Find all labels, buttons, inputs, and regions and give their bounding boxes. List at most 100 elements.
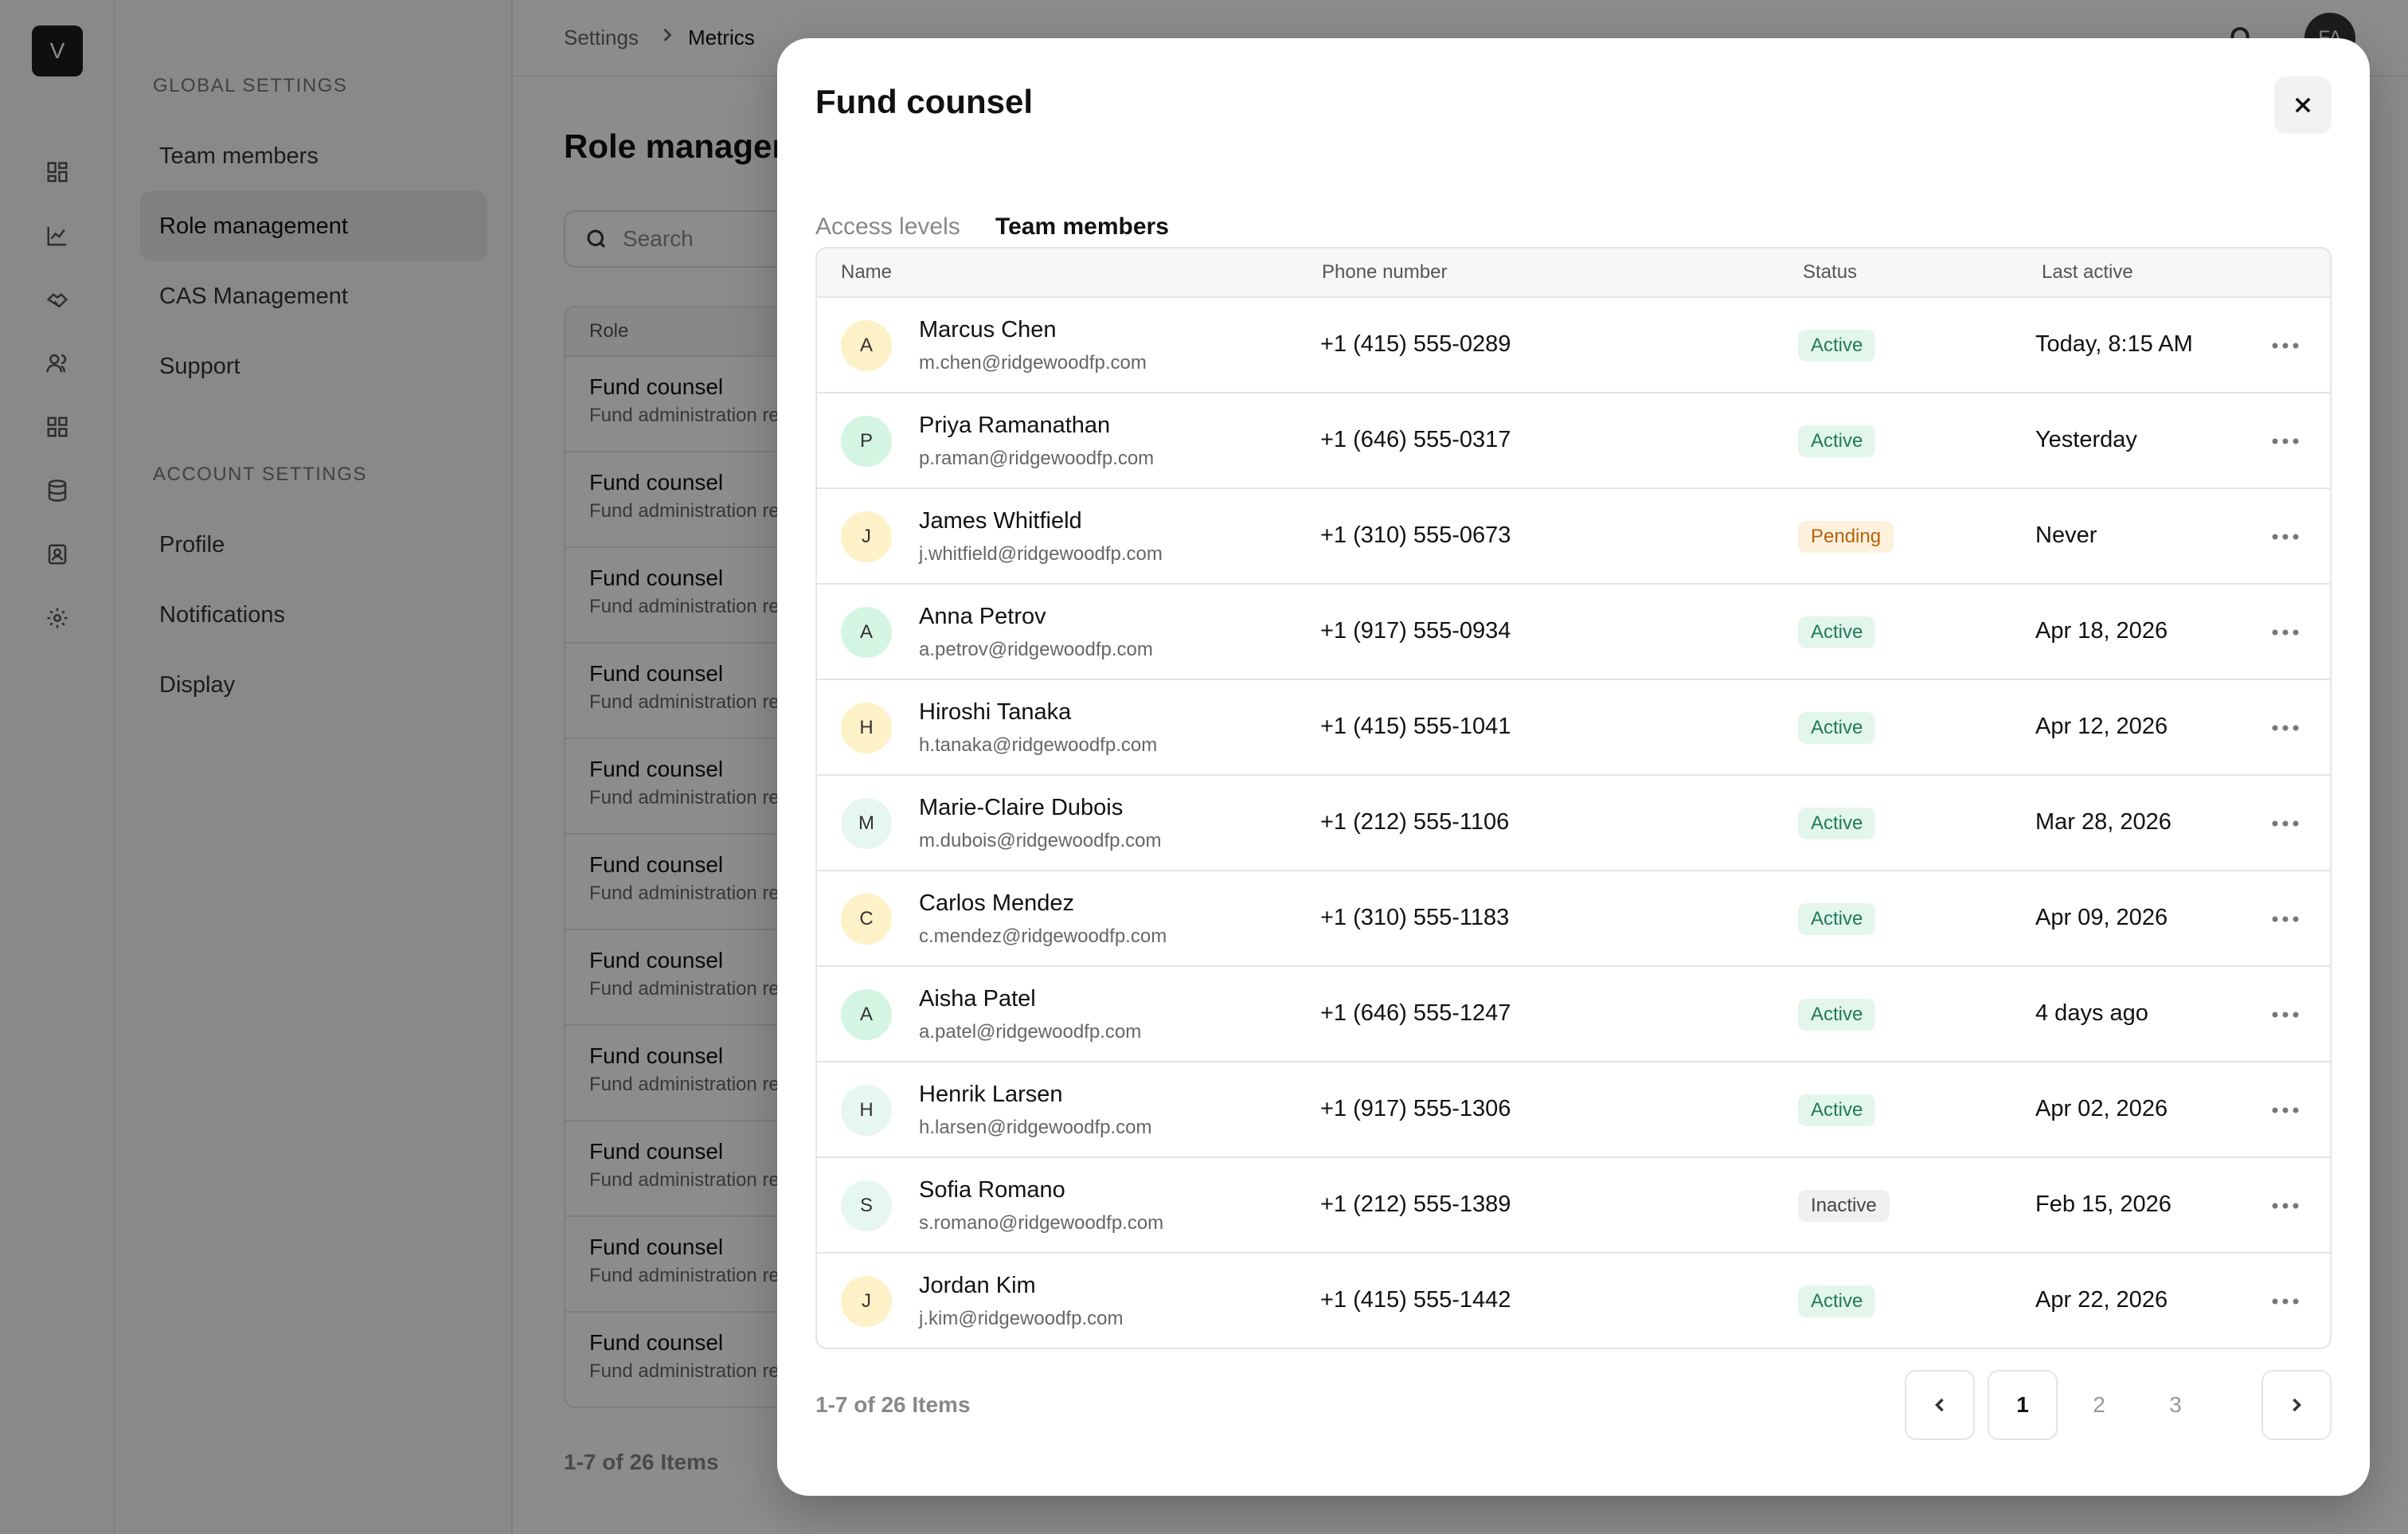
member-phone: +1 (212) 555-1106 xyxy=(1320,809,1510,835)
more-options-icon[interactable] xyxy=(2266,1000,2304,1029)
more-options-icon[interactable] xyxy=(2266,522,2304,551)
member-phone: +1 (646) 555-1247 xyxy=(1320,1000,1511,1026)
avatar: H xyxy=(841,702,892,753)
column-header-name: Name xyxy=(841,261,893,283)
column-header-phone: Phone number xyxy=(1322,261,1448,283)
page-button-2[interactable]: 2 xyxy=(2064,1370,2134,1440)
table-row[interactable]: J James Whitfield j.whitfield@ridgewoodfp.… xyxy=(817,489,2330,585)
member-phone: +1 (415) 555-1442 xyxy=(1320,1287,1511,1313)
member-email: s.romano@ridgewoodfp.com xyxy=(919,1212,1164,1234)
member-name: Carlos Mendez xyxy=(919,890,1075,916)
more-options-icon[interactable] xyxy=(2266,427,2304,456)
more-options-icon[interactable] xyxy=(2266,331,2304,360)
member-phone: +1 (917) 555-0934 xyxy=(1320,618,1511,644)
member-email: m.dubois@ridgewoodfp.com xyxy=(919,830,1162,851)
table-row[interactable]: S Sofia Romano s.romano@ridgewoodfp.com +1 … xyxy=(817,1158,2330,1254)
close-icon xyxy=(2295,97,2311,113)
modal-title: Fund counsel xyxy=(815,83,1033,120)
table-row[interactable]: J Jordan Kim j.kim@ridgewoodfp.com +1 (415)… xyxy=(817,1254,2330,1348)
last-active: Feb 15, 2026 xyxy=(2035,1192,2172,1217)
member-name: Marie-Claire Dubois xyxy=(919,795,1124,820)
last-active: Apr 02, 2026 xyxy=(2035,1096,2168,1121)
more-options-icon[interactable] xyxy=(2266,618,2304,647)
last-active: Apr 12, 2026 xyxy=(2035,714,2168,739)
column-header-status: Status xyxy=(1803,261,1858,283)
status-badge: Active xyxy=(1798,1286,1876,1317)
page-button-3[interactable]: 3 xyxy=(2140,1370,2211,1440)
more-options-icon[interactable] xyxy=(2266,1096,2304,1125)
member-email: m.chen@ridgewoodfp.com xyxy=(919,352,1147,374)
table-row[interactable]: A Aisha Patel a.patel@ridgewoodfp.com +1 (6… xyxy=(817,967,2330,1062)
table-row[interactable]: M Marie-Claire Dubois m.dubois@ridgewoodfp… xyxy=(817,776,2330,871)
member-email: a.petrov@ridgewoodfp.com xyxy=(919,639,1153,660)
avatar: M xyxy=(841,798,892,849)
member-email: h.larsen@ridgewoodfp.com xyxy=(919,1117,1152,1138)
table-row[interactable]: A Anna Petrov a.petrov@ridgewoodfp.com +1 (… xyxy=(817,585,2330,680)
member-name: Hiroshi Tanaka xyxy=(919,699,1072,725)
avatar: C xyxy=(841,894,892,945)
table-header: Name Phone number Status Last active xyxy=(817,248,2330,298)
last-active: Today, 8:15 AM xyxy=(2035,331,2193,357)
column-header-last-active: Last active xyxy=(2042,261,2133,283)
more-options-icon[interactable] xyxy=(2266,714,2304,742)
last-active: 4 days ago xyxy=(2035,1000,2148,1026)
member-email: j.whitfield@ridgewoodfp.com xyxy=(919,543,1163,565)
member-name: Jordan Kim xyxy=(919,1273,1036,1298)
last-active: Apr 09, 2026 xyxy=(2035,905,2168,930)
table-row[interactable]: H Hiroshi Tanaka h.tanaka@ridgewoodfp.com +… xyxy=(817,680,2330,776)
chevron-left-icon xyxy=(1935,1398,1944,1412)
member-phone: +1 (415) 555-1041 xyxy=(1320,714,1511,739)
avatar: A xyxy=(841,607,892,658)
avatar: J xyxy=(841,1276,892,1327)
more-options-icon[interactable] xyxy=(2266,809,2304,838)
member-email: a.patel@ridgewoodfp.com xyxy=(919,1021,1142,1043)
page-button-1[interactable]: 1 xyxy=(1988,1370,2058,1440)
last-active: Apr 18, 2026 xyxy=(2035,618,2168,644)
team-members-table: Name Phone number Status Last active A Ma… xyxy=(815,247,2332,1349)
table-row[interactable]: P Priya Ramanathan p.raman@ridgewoodfp.com… xyxy=(817,393,2330,489)
avatar: A xyxy=(841,989,892,1040)
member-name: Marcus Chen xyxy=(919,317,1057,342)
more-options-icon[interactable] xyxy=(2266,1287,2304,1316)
avatar: A xyxy=(841,320,892,371)
member-phone: +1 (646) 555-0317 xyxy=(1320,427,1511,452)
avatar: S xyxy=(841,1180,892,1231)
member-phone: +1 (310) 555-1183 xyxy=(1320,905,1510,930)
items-count: 1-7 of 26 Items xyxy=(815,1392,971,1417)
status-badge: Active xyxy=(1798,1094,1876,1126)
member-name: Henrik Larsen xyxy=(919,1082,1063,1107)
member-name: Priya Ramanathan xyxy=(919,413,1111,438)
table-row[interactable]: C Carlos Mendez c.mendez@ridgewoodfp.com +1… xyxy=(817,871,2330,967)
last-active: Mar 28, 2026 xyxy=(2035,809,2172,835)
status-badge: Active xyxy=(1798,808,1876,839)
status-badge: Active xyxy=(1798,330,1876,362)
close-button[interactable] xyxy=(2274,76,2332,134)
last-active: Never xyxy=(2035,522,2097,548)
more-options-icon[interactable] xyxy=(2266,905,2304,933)
member-phone: +1 (310) 555-0673 xyxy=(1320,522,1511,548)
more-options-icon[interactable] xyxy=(2266,1192,2304,1220)
avatar: J xyxy=(841,511,892,562)
fund-counsel-modal: Fund counsel Access levels Team members … xyxy=(777,38,2370,1496)
last-active: Yesterday xyxy=(2035,427,2137,452)
member-name: Sofia Romano xyxy=(919,1177,1065,1203)
table-row[interactable]: A Marcus Chen m.chen@ridgewoodfp.com +1 (41… xyxy=(817,298,2330,393)
member-email: h.tanaka@ridgewoodfp.com xyxy=(919,734,1158,756)
next-page-button[interactable] xyxy=(2261,1370,2332,1440)
member-phone: +1 (212) 555-1389 xyxy=(1320,1192,1511,1217)
status-badge: Active xyxy=(1798,425,1876,457)
prev-page-button[interactable] xyxy=(1905,1370,1975,1440)
status-badge: Active xyxy=(1798,999,1876,1031)
last-active: Apr 22, 2026 xyxy=(2035,1287,2168,1313)
table-row[interactable]: H Henrik Larsen h.larsen@ridgewoodfp.com +1… xyxy=(817,1062,2330,1158)
member-name: Anna Petrov xyxy=(919,604,1046,629)
member-email: c.mendez@ridgewoodfp.com xyxy=(919,925,1167,947)
status-badge: Inactive xyxy=(1798,1190,1890,1222)
member-name: James Whitfield xyxy=(919,508,1082,534)
status-badge: Pending xyxy=(1798,521,1894,553)
member-name: Aisha Patel xyxy=(919,986,1036,1012)
member-email: j.kim@ridgewoodfp.com xyxy=(919,1308,1124,1329)
status-badge: Active xyxy=(1798,903,1876,935)
status-badge: Active xyxy=(1798,616,1876,648)
avatar: P xyxy=(841,416,892,467)
